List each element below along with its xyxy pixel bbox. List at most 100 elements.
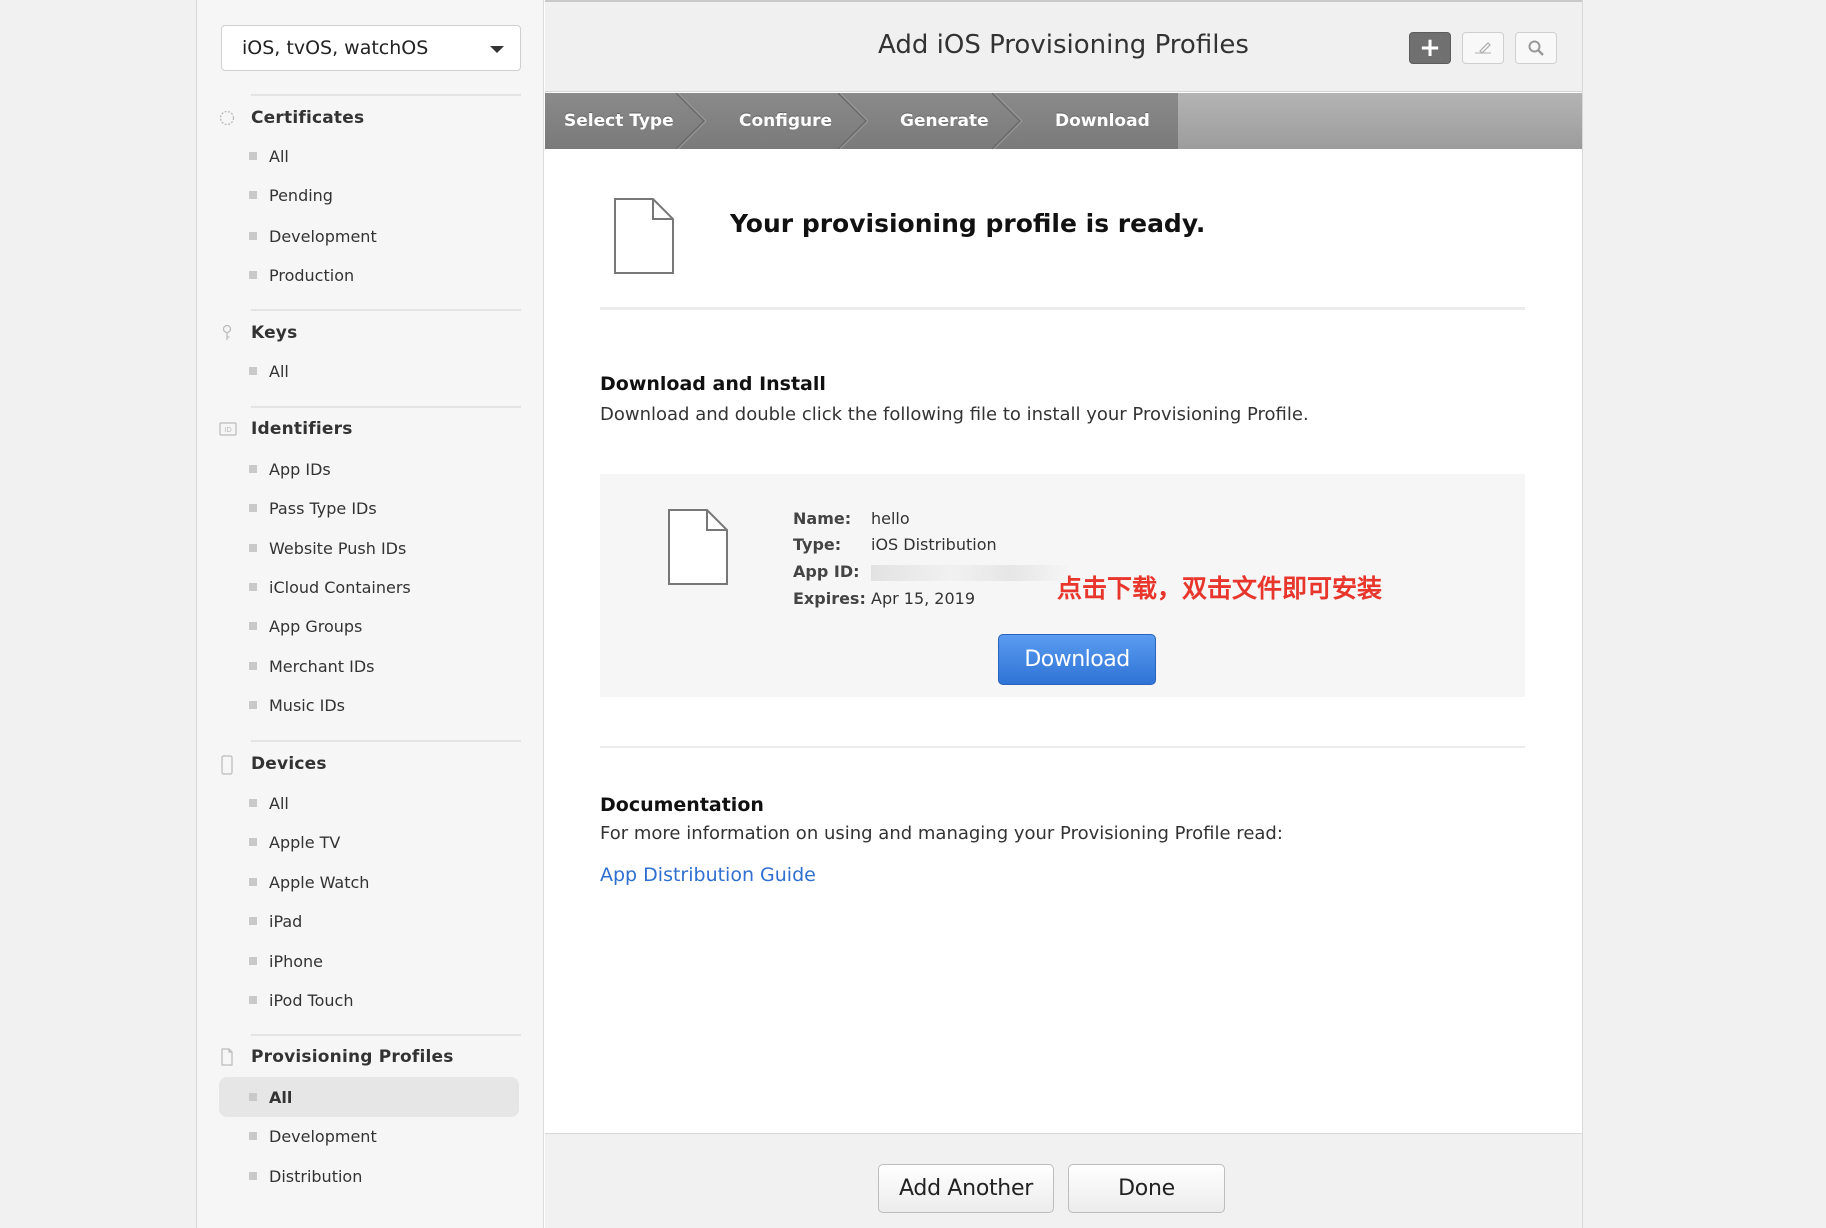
- document-icon: [614, 198, 674, 274]
- sidebar-item-certificates-production[interactable]: Production: [219, 257, 519, 293]
- step-separator: [676, 93, 706, 149]
- app-distribution-guide-link[interactable]: App Distribution Guide: [600, 864, 816, 886]
- sidebar-item-app-ids[interactable]: App IDs: [219, 451, 519, 487]
- main-panel: Add iOS Provisioning Profiles + Select T…: [545, 0, 1582, 1228]
- sidebar-item-apple-tv[interactable]: Apple TV: [219, 824, 519, 860]
- step-separator: [992, 93, 1022, 149]
- expires-label: Expires:: [793, 589, 866, 608]
- profile-expires-row: Expires: Apr 15, 2019: [793, 589, 975, 608]
- documentation-heading: Documentation: [600, 794, 764, 816]
- search-icon: [1528, 40, 1544, 56]
- sidebar-item-label: Distribution: [269, 1166, 363, 1186]
- add-button[interactable]: +: [1409, 32, 1451, 64]
- step-configure: Configure: [739, 93, 832, 149]
- header-bar: Add iOS Provisioning Profiles +: [545, 0, 1582, 92]
- step-label: Download: [1055, 111, 1150, 131]
- divider: [600, 746, 1525, 748]
- bullet: [249, 191, 257, 199]
- sidebar-item-label: Merchant IDs: [269, 656, 375, 676]
- sidebar-item-label: Music IDs: [269, 695, 345, 715]
- profile-expires: Apr 15, 2019: [871, 589, 976, 608]
- divider: [251, 406, 521, 408]
- device-icon: [219, 755, 235, 775]
- section-title: Provisioning Profiles: [251, 1047, 454, 1067]
- sidebar-item-label: iPod Touch: [269, 990, 354, 1010]
- sidebar-item-label: Apple TV: [269, 832, 341, 852]
- divider: [251, 1034, 521, 1036]
- profile-name-row: Name: hello: [793, 509, 910, 528]
- section-certificates[interactable]: Certificates: [219, 103, 364, 133]
- bullet: [249, 701, 257, 709]
- sidebar-item-devices-all[interactable]: All: [219, 785, 519, 821]
- step-separator: [838, 93, 868, 149]
- sidebar-item-certificates-all[interactable]: All: [219, 138, 519, 174]
- sidebar-item-ipod-touch[interactable]: iPod Touch: [219, 982, 519, 1018]
- id-icon: ID: [219, 420, 237, 438]
- done-button[interactable]: Done: [1068, 1164, 1225, 1213]
- sidebar-item-profiles-development[interactable]: Development: [219, 1118, 519, 1154]
- add-another-button[interactable]: Add Another: [878, 1164, 1054, 1213]
- bullet: [249, 878, 257, 886]
- sidebar-item-profiles-all[interactable]: All: [219, 1077, 519, 1117]
- step-bar: Select Type Configure Generate Download: [545, 93, 1582, 149]
- download-button[interactable]: Download: [998, 634, 1156, 685]
- sidebar-item-certificates-pending[interactable]: Pending: [219, 177, 519, 213]
- section-devices[interactable]: Devices: [219, 749, 327, 779]
- profile-name: hello: [871, 509, 910, 528]
- plus-icon: +: [1419, 33, 1441, 63]
- step-label: Generate: [900, 111, 989, 131]
- bullet: [249, 1132, 257, 1140]
- sidebar-item-label: All: [269, 1087, 293, 1107]
- step-generate: Generate: [900, 93, 989, 149]
- document-icon: [219, 1048, 235, 1066]
- sidebar-item-pass-type-ids[interactable]: Pass Type IDs: [219, 490, 519, 526]
- name-label: Name:: [793, 509, 852, 528]
- search-button[interactable]: [1515, 32, 1557, 64]
- bullet: [249, 1172, 257, 1180]
- documentation-description: For more information on using and managi…: [600, 823, 1283, 844]
- sidebar-item-website-push-ids[interactable]: Website Push IDs: [219, 530, 519, 566]
- profile-file-icon: [668, 509, 728, 585]
- certificate-icon: [219, 109, 235, 127]
- section-keys[interactable]: Keys: [219, 318, 297, 348]
- sidebar: iOS, tvOS, watchOS Certificates All Pend…: [197, 0, 544, 1228]
- app-id-redacted: [871, 564, 1071, 581]
- sidebar-item-apple-watch[interactable]: Apple Watch: [219, 864, 519, 900]
- sidebar-item-app-groups[interactable]: App Groups: [219, 608, 519, 644]
- footer-bar: Add Another Done: [545, 1133, 1582, 1228]
- bullet: [249, 152, 257, 160]
- sidebar-item-label: All: [269, 793, 289, 813]
- sidebar-item-label: App Groups: [269, 616, 363, 636]
- sidebar-item-label: iPad: [269, 911, 303, 931]
- bullet: [249, 1093, 257, 1101]
- sidebar-item-iphone[interactable]: iPhone: [219, 943, 519, 979]
- divider: [251, 740, 521, 742]
- sidebar-item-certificates-development[interactable]: Development: [219, 218, 519, 254]
- sidebar-item-music-ids[interactable]: Music IDs: [219, 687, 519, 723]
- bullet: [249, 504, 257, 512]
- sidebar-item-label: iPhone: [269, 951, 324, 971]
- divider: [251, 309, 521, 311]
- bullet: [249, 544, 257, 552]
- edit-icon: [1475, 42, 1491, 54]
- platform-select[interactable]: iOS, tvOS, watchOS: [221, 25, 521, 71]
- sidebar-item-label: Website Push IDs: [269, 538, 407, 558]
- section-identifiers[interactable]: ID Identifiers: [219, 414, 353, 444]
- edit-button[interactable]: [1462, 32, 1504, 64]
- sidebar-item-merchant-ids[interactable]: Merchant IDs: [219, 648, 519, 684]
- appid-label: App ID:: [793, 562, 860, 581]
- section-title: Devices: [251, 754, 327, 774]
- ready-title: Your provisioning profile is ready.: [730, 209, 1206, 238]
- section-title: Certificates: [251, 108, 365, 128]
- bullet: [249, 367, 257, 375]
- sidebar-item-label: iCloud Containers: [269, 577, 411, 597]
- sidebar-item-label: All: [269, 361, 289, 381]
- sidebar-item-ipad[interactable]: iPad: [219, 903, 519, 939]
- section-provisioning-profiles[interactable]: Provisioning Profiles: [219, 1042, 454, 1072]
- sidebar-item-icloud-containers[interactable]: iCloud Containers: [219, 569, 519, 605]
- step-label: Select Type: [564, 111, 674, 131]
- sidebar-item-keys-all[interactable]: All: [219, 353, 519, 389]
- step-select-type: Select Type: [564, 93, 674, 149]
- annotation-text: 点击下载，双击文件即可安装: [1057, 574, 1383, 603]
- sidebar-item-profiles-distribution[interactable]: Distribution: [219, 1158, 519, 1194]
